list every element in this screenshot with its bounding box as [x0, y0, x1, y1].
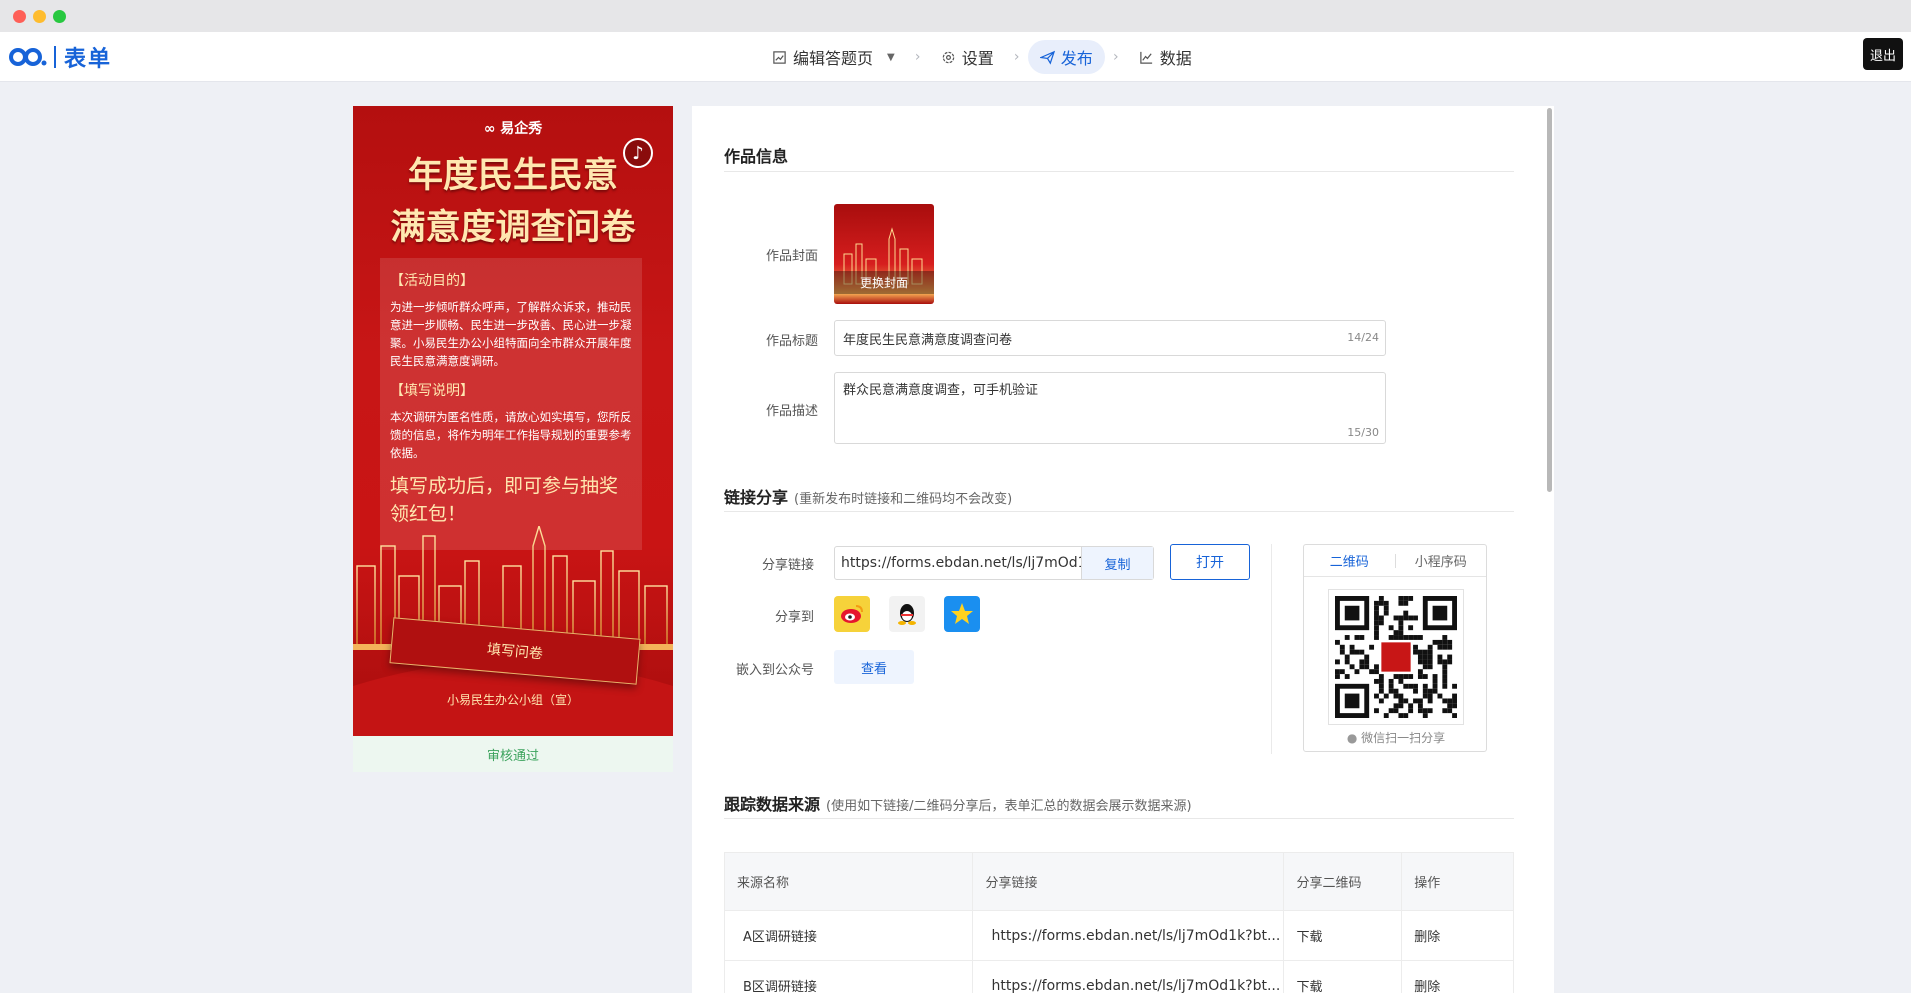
- divider: [724, 818, 1514, 819]
- poster-title: 年度民生民意 满意度调查问卷: [390, 156, 636, 248]
- step-publish-label: 发布: [1060, 49, 1093, 68]
- column-header: 操作: [1401, 852, 1514, 911]
- tracking-title: 跟踪数据来源 (使用如下链接/二维码分享后，表单汇总的数据会展示数据来源): [724, 795, 1192, 814]
- instructions-heading: 【填写说明】: [390, 383, 474, 399]
- share-to-label: 分享到: [774, 610, 814, 625]
- share-link-value[interactable]: https://forms.ebdan.net/ls/lj7mOd1: [835, 547, 1081, 579]
- reward-text: 填写成功后，即可参与抽奖领红包！: [390, 475, 619, 525]
- survey-poster-preview: ∞ 易企秀 ♪ 年度民生民意 满意度调查问卷 【活动目的】 为进一步倾听群众呼声…: [353, 106, 673, 736]
- poster-organizer: 小易民生办公小组（宣）: [446, 693, 579, 707]
- image-edit-icon: [773, 50, 786, 64]
- table-row: B区调研链接 https://forms.ebdan.net/ls/lj7mOd…: [724, 960, 1514, 993]
- wechat-icon: ●: [1346, 731, 1358, 745]
- change-cover-button[interactable]: 更换封面: [834, 271, 934, 294]
- review-status: 审核通过: [353, 736, 673, 772]
- source-link[interactable]: https://forms.ebdan.net/ls/lj7mOd1k?bt..…: [972, 910, 1285, 961]
- table-header-row: 来源名称 分享链接 分享二维码 操作: [724, 852, 1514, 911]
- maximize-window-button[interactable]: [53, 10, 66, 23]
- window-titlebar: [0, 0, 1911, 32]
- qr-code-image: [1328, 589, 1464, 725]
- title-label: 作品标题: [765, 334, 818, 349]
- title-input[interactable]: 年度民生民意满意度调查问卷 14/24: [834, 320, 1386, 356]
- link-share-title: 链接分享 (重新发布时链接和二维码均不会改变): [724, 488, 1013, 507]
- scrollbar-thumb[interactable]: [1547, 108, 1552, 492]
- step-data-label: 数据: [1159, 49, 1192, 68]
- purpose-text: 为进一步倾听群众呼声，了解群众诉求，推动民意进一步顺畅、民生进一步改善、民心进一…: [390, 300, 632, 368]
- step-publish[interactable]: 发布: [1027, 40, 1105, 74]
- logo-separator: [54, 46, 56, 68]
- weibo-share-icon[interactable]: [834, 596, 870, 632]
- qq-share-icon[interactable]: [889, 596, 925, 632]
- source-name: A区调研链接: [724, 910, 974, 961]
- column-header: 来源名称: [724, 852, 974, 911]
- qr-code-icon: [1335, 596, 1457, 718]
- paper-plane-icon: [1039, 50, 1055, 65]
- qr-tabs: 二维码 小程序码: [1304, 545, 1486, 577]
- divider: [1271, 544, 1272, 754]
- link-share-note: (重新发布时链接和二维码均不会改变): [794, 492, 1013, 507]
- work-info-title: 作品信息: [724, 147, 789, 166]
- step-settings-label: 设置: [961, 49, 994, 68]
- share-link-field[interactable]: https://forms.ebdan.net/ls/lj7mOd1 复制: [834, 546, 1154, 580]
- qzone-share-icon[interactable]: [944, 596, 980, 632]
- chevron-right-icon: ›: [1112, 49, 1119, 65]
- delete-link[interactable]: 删除: [1401, 910, 1514, 961]
- cover-image[interactable]: 更换封面: [834, 204, 934, 304]
- line-chart-icon: [1140, 51, 1152, 64]
- table-row: A区调研链接 https://forms.ebdan.net/ls/lj7mOd…: [724, 910, 1514, 961]
- delete-link[interactable]: 删除: [1401, 960, 1514, 993]
- tracking-table: 来源名称 分享链接 分享二维码 操作 A区调研链接 https://forms.…: [724, 852, 1514, 993]
- divider: [724, 511, 1514, 512]
- gear-icon: [942, 51, 954, 63]
- chevron-right-icon: ›: [1013, 49, 1020, 65]
- download-qr-link[interactable]: 下载: [1283, 910, 1403, 961]
- minimize-window-button[interactable]: [33, 10, 46, 23]
- column-header: 分享链接: [972, 852, 1285, 911]
- close-window-button[interactable]: [13, 10, 26, 23]
- cover-label: 作品封面: [765, 249, 818, 264]
- app-logo[interactable]: 表单: [8, 42, 112, 72]
- scan-share-note: ● 微信扫一扫分享: [1346, 731, 1446, 745]
- embed-label: 嵌入到公众号: [735, 663, 814, 678]
- description-char-count: 15/30: [1347, 426, 1379, 439]
- source-name: B区调研链接: [724, 960, 974, 993]
- source-link[interactable]: https://forms.ebdan.net/ls/lj7mOd1k?bt..…: [972, 960, 1285, 993]
- top-navigation: 表单 编辑答题页 ▼ › 设置 › 发布 › 数据 退出: [0, 32, 1911, 82]
- poster-brand: ∞ 易企秀: [483, 121, 543, 137]
- tab-mini-program-code[interactable]: 小程序码: [1396, 551, 1487, 570]
- title-input-value: 年度民生民意满意度调查问卷: [843, 332, 1013, 348]
- poster-content-box: 【活动目的】 为进一步倾听群众呼声，了解群众诉求，推动民意进一步顺畅、民生进一步…: [380, 258, 642, 550]
- view-embed-button[interactable]: 查看: [834, 650, 914, 684]
- chevron-down-icon[interactable]: ▼: [887, 52, 895, 63]
- purpose-heading: 【活动目的】: [390, 273, 474, 289]
- step-edit-label: 编辑答题页: [793, 49, 874, 68]
- step-edit-page[interactable]: 编辑答题页 ▼: [760, 40, 907, 74]
- step-data[interactable]: 数据: [1127, 40, 1204, 74]
- copy-button[interactable]: 复制: [1081, 547, 1153, 579]
- chevron-right-icon: ›: [914, 49, 921, 65]
- description-textarea[interactable]: 群众民意满意度调查，可手机验证 15/30: [834, 372, 1386, 444]
- step-settings[interactable]: 设置: [929, 40, 1006, 74]
- description-value: 群众民意满意度调查，可手机验证: [843, 383, 1039, 398]
- open-link-button[interactable]: 打开: [1170, 544, 1250, 580]
- description-label: 作品描述: [765, 404, 818, 419]
- qr-code-panel: 二维码 小程序码 ● 微信扫一扫分享: [1303, 544, 1487, 752]
- divider: [724, 171, 1514, 172]
- tracking-note: (使用如下链接/二维码分享后，表单汇总的数据会展示数据来源): [826, 799, 1192, 814]
- logo-text: 表单: [64, 47, 113, 72]
- download-qr-link[interactable]: 下载: [1283, 960, 1403, 993]
- poster-logo-icon: ∞: [483, 121, 501, 137]
- instructions-text: 本次调研为匿名性质，请放心如实填写，您所反馈的信息，将作为明年工作指导规划的重要…: [390, 410, 632, 460]
- workflow-steps: 编辑答题页 ▼ › 设置 › 发布 › 数据: [760, 39, 1204, 75]
- tab-qr-code[interactable]: 二维码: [1304, 551, 1395, 570]
- infinity-logo-icon: [9, 48, 47, 66]
- column-header: 分享二维码: [1283, 852, 1403, 911]
- share-link-label: 分享链接: [761, 558, 814, 573]
- title-char-count: 14/24: [1347, 331, 1379, 344]
- logout-button[interactable]: 退出: [1863, 38, 1903, 70]
